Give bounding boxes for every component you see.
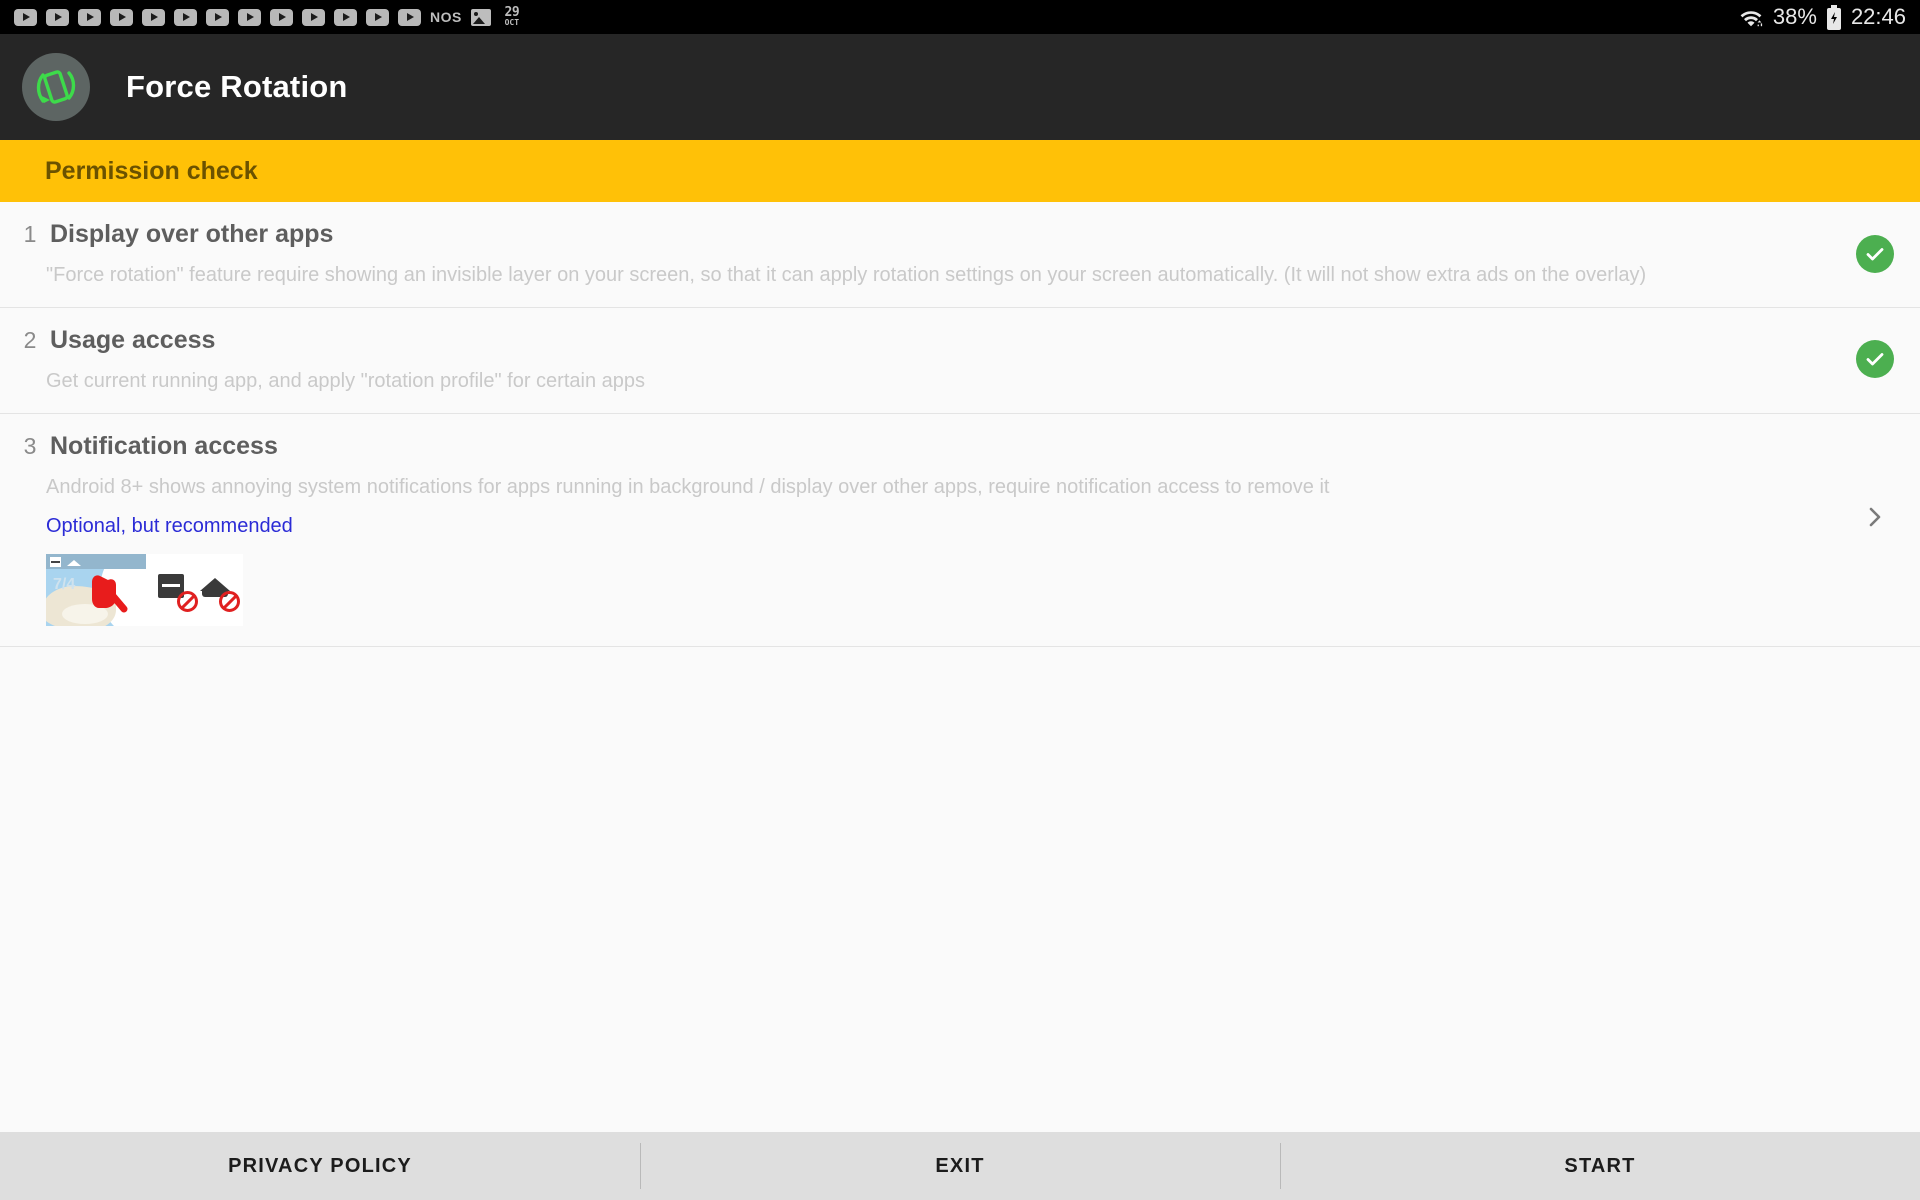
calendar-month: OCT: [504, 18, 520, 27]
red-pointing-hand-icon: [92, 575, 128, 613]
calendar-icon: 29 OCT: [500, 5, 524, 27]
youtube-play-icon: [398, 8, 421, 26]
permission-title: Usage access: [50, 326, 216, 354]
banner-title: Permission check: [45, 156, 258, 185]
permission-number: 1: [23, 221, 37, 247]
image-icon: [470, 8, 491, 26]
nos-notification-label: NOS: [430, 9, 462, 25]
youtube-play-icon: [270, 8, 293, 26]
permission-header: 3 Notification access: [0, 432, 1920, 461]
calendar-day: 29: [504, 5, 520, 20]
status-bar-system: 38% 22:46: [1738, 4, 1906, 30]
permission-number: 3: [23, 433, 37, 459]
permission-item-display-over-other-apps[interactable]: 1 Display over other apps "Force rotatio…: [0, 202, 1920, 308]
map-label: 7/4: [53, 576, 76, 593]
exit-button[interactable]: EXIT: [640, 1132, 1280, 1200]
permission-header: 1 Display over other apps: [0, 220, 1920, 249]
permission-header: 2 Usage access: [0, 326, 1920, 355]
app-bar: Force Rotation: [0, 34, 1920, 140]
permission-number: 2: [23, 327, 37, 353]
youtube-play-icon: [334, 8, 357, 26]
bottom-button-bar: PRIVACY POLICY EXIT START: [0, 1132, 1920, 1200]
map-toolbar: [46, 554, 146, 569]
privacy-policy-button[interactable]: PRIVACY POLICY: [0, 1132, 640, 1200]
battery-charging-icon: [1826, 4, 1841, 30]
youtube-play-icon: [110, 8, 133, 26]
chevron-right-icon[interactable]: [1864, 506, 1886, 528]
notification-preview-thumbnails[interactable]: 7/4: [46, 554, 243, 626]
page-title: Force Rotation: [126, 69, 348, 104]
start-button[interactable]: START: [1280, 1132, 1920, 1200]
youtube-play-icon: [46, 8, 69, 26]
youtube-play-icon: [206, 8, 229, 26]
permission-description: "Force rotation" feature require showing…: [46, 264, 1647, 286]
youtube-play-icon: [142, 8, 165, 26]
permission-optional-note: Optional, but recommended: [46, 515, 293, 537]
force-rotation-logo-icon: [22, 53, 90, 121]
status-bar-notifications: NOS 29 OCT: [14, 5, 1738, 27]
chart-icon: [50, 556, 61, 567]
youtube-play-icon: [78, 8, 101, 26]
check-circle-icon: [1856, 340, 1894, 378]
youtube-play-icon: [174, 8, 197, 26]
disabled-icons-thumbnail: [146, 554, 243, 626]
permission-item-usage-access[interactable]: 2 Usage access Get current running app, …: [0, 308, 1920, 414]
permission-title: Display over other apps: [50, 220, 334, 248]
permission-description: Get current running app, and apply "rota…: [46, 370, 645, 392]
layers-disabled-icon: [199, 574, 240, 612]
youtube-play-icon: [302, 8, 325, 26]
wifi-icon: [1740, 11, 1762, 27]
permission-title: Notification access: [50, 432, 278, 460]
check-circle-icon: [1856, 235, 1894, 273]
youtube-play-icon: [14, 8, 37, 26]
youtube-play-icon: [238, 8, 261, 26]
clock-label: 22:46: [1850, 4, 1906, 29]
map-preview-thumbnail: 7/4: [46, 554, 146, 626]
permission-check-banner: Permission check: [0, 140, 1920, 202]
youtube-play-icon: [366, 8, 389, 26]
permission-description: Android 8+ shows annoying system notific…: [46, 476, 1330, 498]
layers-icon: [67, 559, 81, 566]
permission-list: 1 Display over other apps "Force rotatio…: [0, 202, 1920, 647]
status-bar: NOS 29 OCT 38% 22:46: [0, 0, 1920, 34]
battery-percent-label: 38%: [1772, 4, 1817, 29]
chart-disabled-icon: [157, 574, 198, 612]
permission-item-notification-access[interactable]: 3 Notification access Android 8+ shows a…: [0, 414, 1920, 647]
